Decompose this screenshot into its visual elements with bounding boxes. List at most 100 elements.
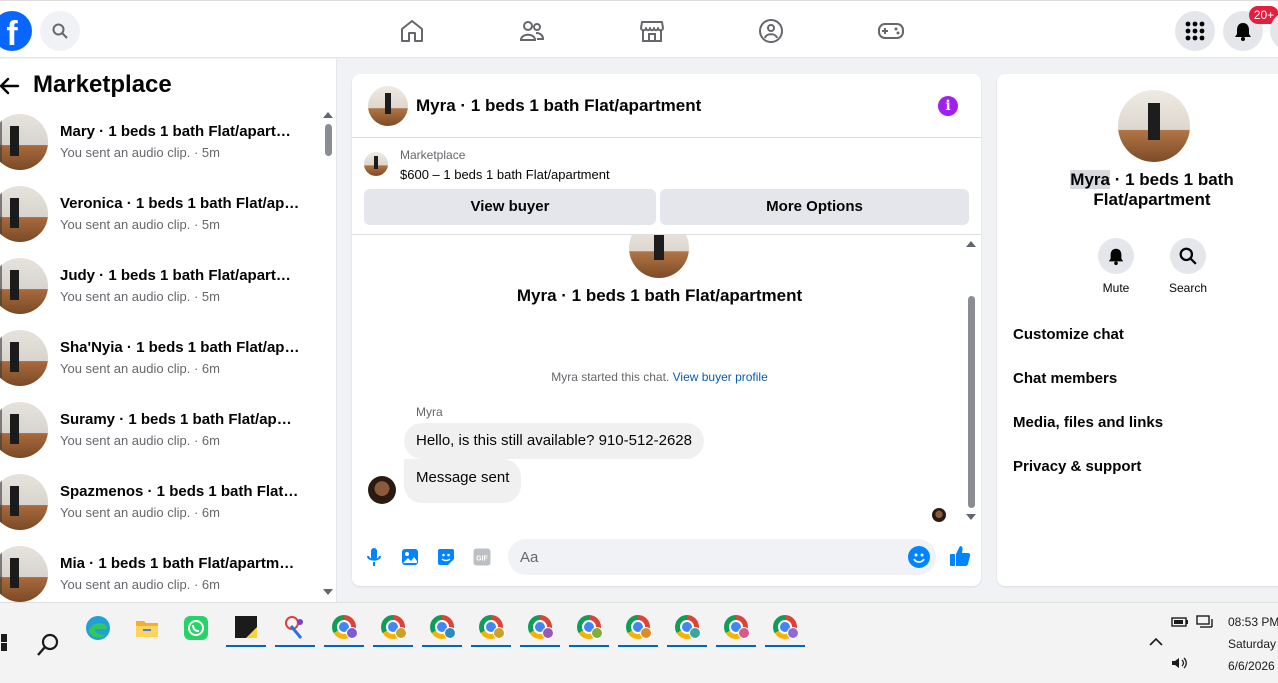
taskbar-chrome-profile-10[interactable] xyxy=(765,609,805,647)
taskbar-chrome-profile-4[interactable] xyxy=(471,609,511,647)
microphone-icon xyxy=(367,548,381,566)
taskbar-paint-app[interactable] xyxy=(275,609,315,647)
conversation-item[interactable]: Judy · 1 beds 1 bath Flat/apartm... You … xyxy=(0,258,320,330)
folder-icon xyxy=(136,621,158,637)
chat-title[interactable]: Myra · 1 beds 1 bath Flat/apartment xyxy=(416,96,701,116)
nav-groups[interactable] xyxy=(755,15,787,47)
conversation-item[interactable]: Mary · 1 beds 1 bath Flat/apartm... You … xyxy=(0,114,320,186)
gif-icon: GIF xyxy=(473,548,491,566)
conversation-preview: You sent an audio clip. · 6m xyxy=(60,433,220,448)
message-bubble[interactable]: Message sent xyxy=(404,459,522,503)
search-in-chat-button[interactable]: Search xyxy=(1158,238,1218,295)
chat-scroll-up-arrow[interactable] xyxy=(966,241,976,247)
chrome-profile-badge xyxy=(542,627,554,639)
chat-header: Myra · 1 beds 1 bath Flat/apartment i xyxy=(352,74,981,138)
chrome-icon xyxy=(577,615,603,639)
conversation-item[interactable]: Veronica · 1 beds 1 bath Flat/apa... You… xyxy=(0,186,320,258)
conversation-name: Judy · 1 beds 1 bath Flat/apartm... xyxy=(60,267,300,284)
taskbar-chrome-profile-5[interactable] xyxy=(520,609,560,647)
taskbar-chrome-profile-7[interactable] xyxy=(618,609,658,647)
chrome-profile-badge xyxy=(640,627,652,639)
search-button[interactable] xyxy=(40,11,80,51)
network-icon[interactable] xyxy=(1196,615,1214,629)
more-options-button[interactable]: More Options xyxy=(660,189,969,225)
chrome-icon xyxy=(430,615,456,639)
customize-chat-item[interactable]: Customize chat xyxy=(1013,326,1124,343)
grid-menu-icon xyxy=(1185,21,1205,41)
chat-avatar[interactable] xyxy=(368,86,408,126)
windows-start-icon[interactable] xyxy=(0,634,8,652)
conversation-name: Veronica · 1 beds 1 bath Flat/apa... xyxy=(60,195,300,212)
taskbar-date[interactable]: 6/6/2026 xyxy=(1228,659,1275,673)
sticker-button[interactable] xyxy=(435,546,457,568)
nav-friends[interactable] xyxy=(516,15,548,47)
taskbar-chrome-profile-9[interactable] xyxy=(716,609,756,647)
sticky-notes-icon xyxy=(235,616,257,638)
like-button[interactable] xyxy=(948,544,972,568)
privacy-support-item[interactable]: Privacy & support xyxy=(1013,458,1141,475)
volume-icon[interactable] xyxy=(1171,656,1189,670)
conversation-item[interactable]: Sha'Nyia · 1 beds 1 bath Flat/apa... You… xyxy=(0,330,320,402)
marketplace-label: Marketplace xyxy=(400,148,466,162)
info-icon[interactable]: i xyxy=(938,96,958,116)
listing-price-title[interactable]: $600 – 1 beds 1 bath Flat/apartment xyxy=(400,167,610,182)
taskbar-time[interactable]: 08:53 PM xyxy=(1228,615,1278,629)
taskbar-chrome-profile-2[interactable] xyxy=(373,609,413,647)
emoji-button[interactable] xyxy=(908,546,930,568)
chat-scroll-down-arrow[interactable] xyxy=(966,514,976,520)
view-buyer-button[interactable]: View buyer xyxy=(364,189,656,225)
chrome-profile-badge xyxy=(493,627,505,639)
details-avatar[interactable] xyxy=(1118,90,1190,162)
voice-clip-button[interactable] xyxy=(363,546,385,568)
message-bubble[interactable]: Hello, is this still available? 910-512-… xyxy=(404,423,704,459)
mute-button[interactable]: Mute xyxy=(1086,238,1146,295)
taskbar-sticky-notes[interactable] xyxy=(226,609,266,647)
friends-icon xyxy=(519,21,545,41)
taskbar-edge[interactable] xyxy=(78,609,118,647)
sticker-icon xyxy=(438,549,454,565)
message-input[interactable] xyxy=(508,539,936,575)
list-scrollbar-thumb[interactable] xyxy=(325,124,332,156)
chat-members-item[interactable]: Chat members xyxy=(1013,370,1117,387)
back-arrow-icon[interactable] xyxy=(0,75,20,97)
nav-marketplace[interactable] xyxy=(636,15,668,47)
facebook-logo[interactable]: f xyxy=(0,11,32,51)
nav-home[interactable] xyxy=(396,15,428,47)
chat-scrollbar-thumb[interactable] xyxy=(968,296,975,508)
taskbar-whatsapp[interactable] xyxy=(176,609,216,647)
menu-button[interactable] xyxy=(1175,11,1215,51)
taskbar-file-explorer[interactable] xyxy=(127,609,167,647)
taskbar-chrome-profile-1[interactable] xyxy=(324,609,364,647)
taskbar-day[interactable]: Saturday xyxy=(1228,637,1276,651)
gif-button[interactable]: GIF xyxy=(471,546,493,568)
thumbs-up-icon xyxy=(950,546,971,566)
media-files-links-item[interactable]: Media, files and links xyxy=(1013,414,1163,431)
nav-gaming[interactable] xyxy=(875,15,907,47)
listing-thumbnail xyxy=(0,402,48,458)
paint-icon xyxy=(285,616,303,639)
list-scroll-down-arrow[interactable] xyxy=(323,589,333,595)
chrome-profile-badge xyxy=(787,627,799,639)
conversation-item[interactable]: Suramy · 1 beds 1 bath Flat/apar... You … xyxy=(0,402,320,474)
chrome-icon xyxy=(528,615,554,639)
taskbar-chrome-profile-8[interactable] xyxy=(667,609,707,647)
conversation-item[interactable]: Mia · 1 beds 1 bath Flat/apartment You s… xyxy=(0,546,320,602)
attach-photo-button[interactable] xyxy=(399,546,421,568)
marketplace-conversation-list: Marketplace Mary · 1 beds 1 bath Flat/ap… xyxy=(0,59,337,602)
chevron-up-icon[interactable] xyxy=(1149,637,1163,647)
buyer-avatar[interactable] xyxy=(368,476,396,504)
chat-intro-avatar xyxy=(629,235,689,278)
list-scroll-up-arrow[interactable] xyxy=(323,112,333,118)
conversation-name: Mia · 1 beds 1 bath Flat/apartment xyxy=(60,555,300,572)
whatsapp-icon xyxy=(184,616,208,640)
taskbar-chrome-profile-3[interactable] xyxy=(422,609,462,647)
conversation-preview: You sent an audio clip. · 6m xyxy=(60,361,220,376)
conversation-item[interactable]: Spazmenos · 1 beds 1 bath Flat/a... You … xyxy=(0,474,320,546)
conversation-preview: You sent an audio clip. · 5m xyxy=(60,145,220,160)
taskbar-chrome-profile-6[interactable] xyxy=(569,609,609,647)
search-icon xyxy=(1179,247,1197,265)
taskbar-search-icon[interactable] xyxy=(36,633,60,657)
view-buyer-profile-link[interactable]: View buyer profile xyxy=(673,370,768,384)
groups-icon xyxy=(759,19,783,43)
battery-icon[interactable] xyxy=(1171,615,1189,629)
